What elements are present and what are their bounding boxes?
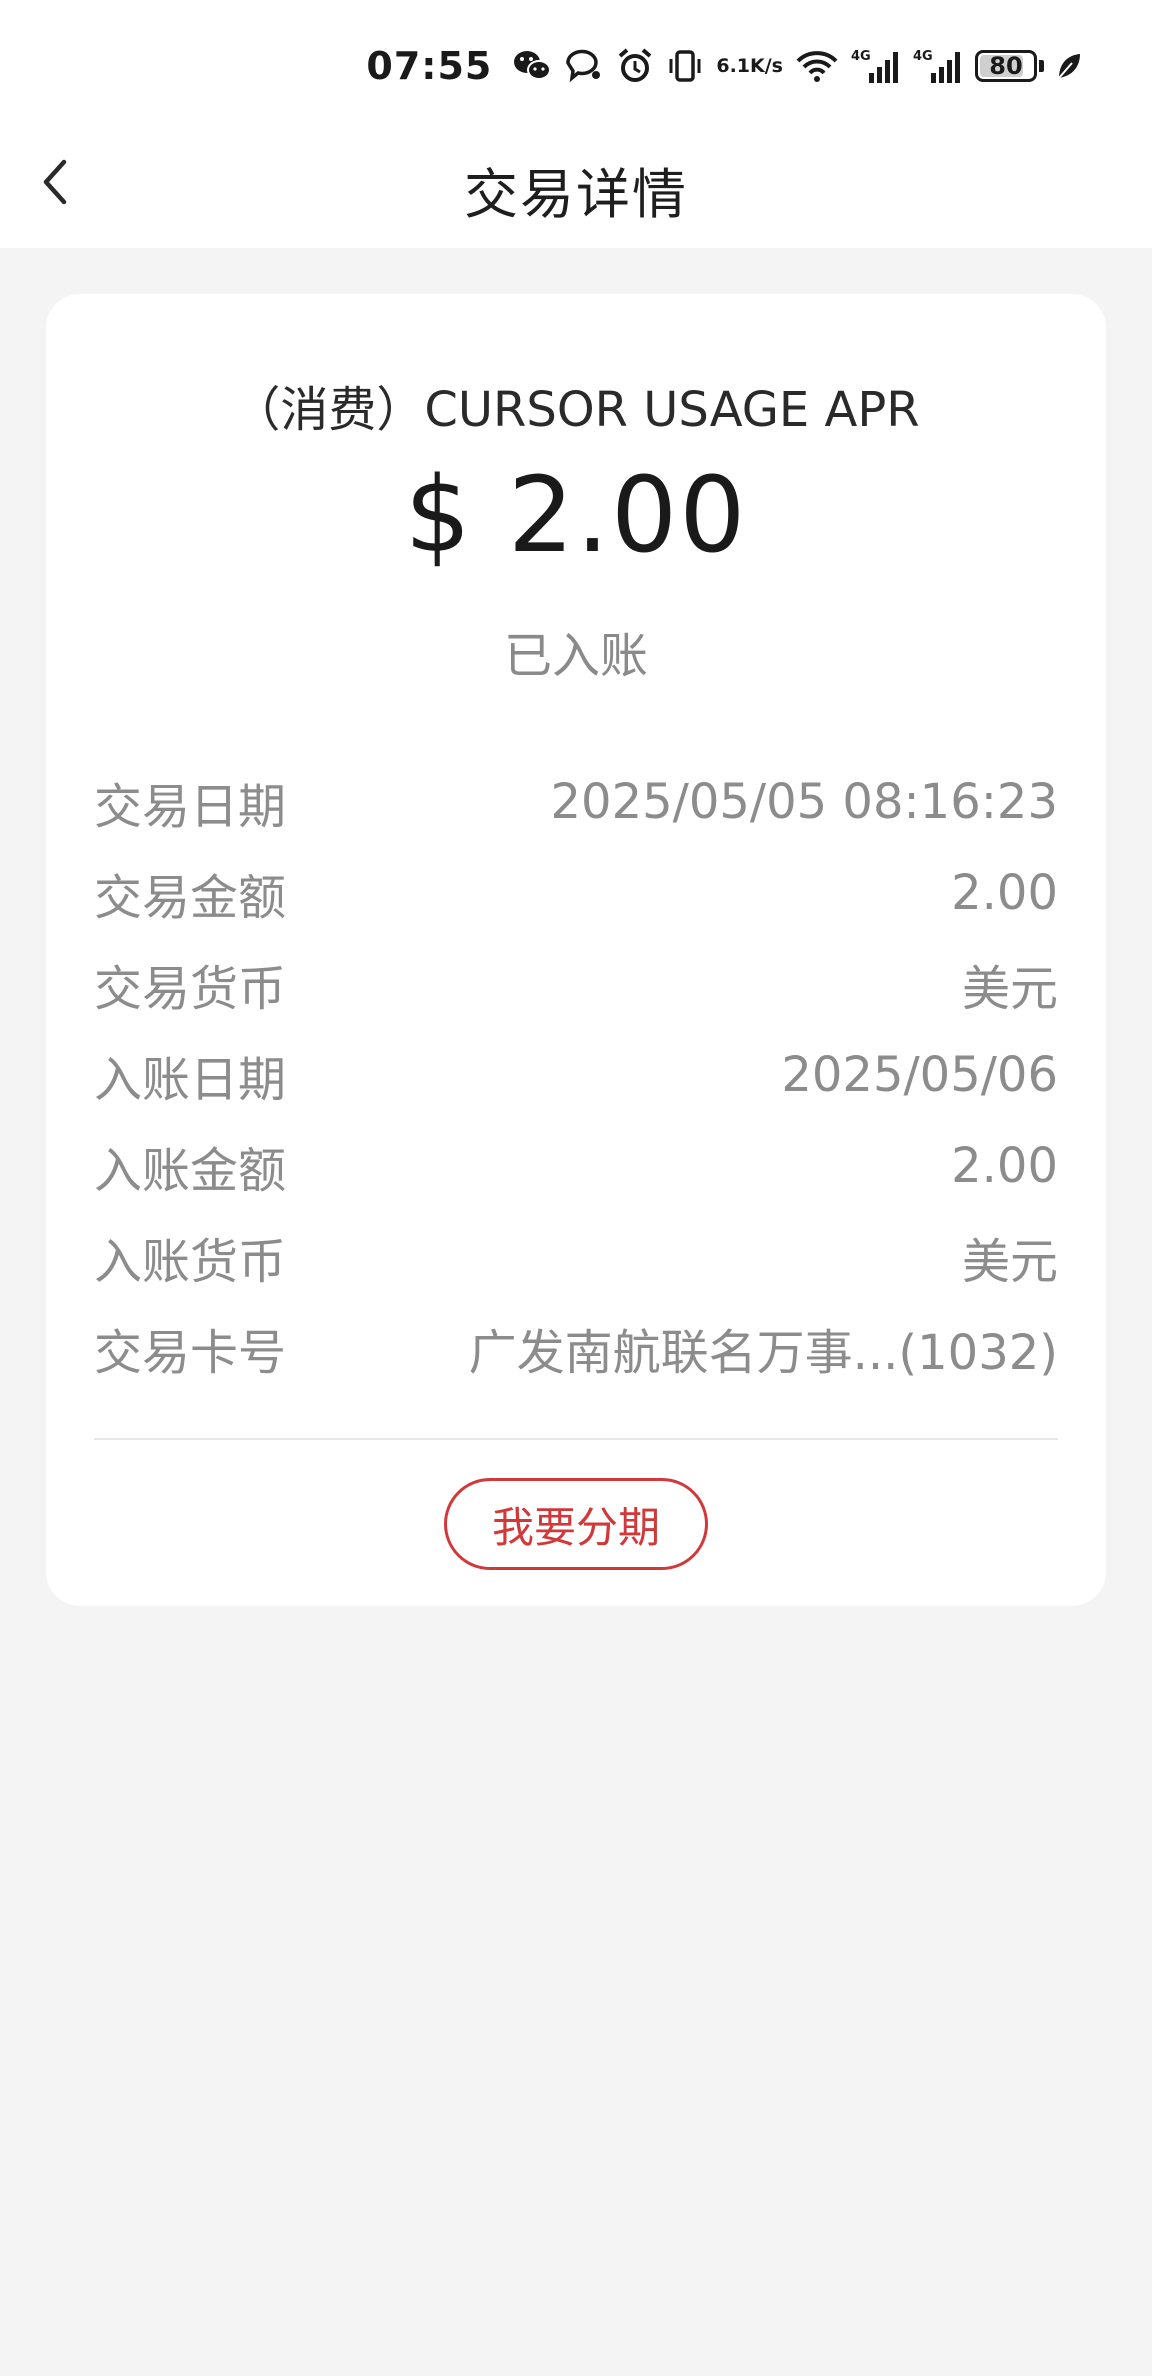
vibrate-icon [666,47,704,85]
signal-icon: 4G [851,47,901,85]
chat-bubble-icon [564,49,604,83]
battery-level: 80 [975,50,1037,82]
svg-text:4G: 4G [913,49,933,64]
detail-label: 交易卡号 [94,1324,287,1381]
detail-label: 交易金额 [94,869,287,926]
detail-value: 美元 [961,1233,1058,1290]
detail-label: 交易货币 [94,960,287,1017]
detail-value: 广发南航联名万事...(1032) [468,1324,1058,1381]
detail-row-transaction-date: 交易日期 2025/05/05 08:16:23 [94,756,1058,847]
detail-value: 2025/05/06 [781,1046,1058,1103]
installment-button[interactable]: 我要分期 [444,1478,708,1570]
detail-row-transaction-amount: 交易金额 2.00 [94,847,1058,938]
nav-bar: 交易详情 [0,130,1152,240]
network-speed: 6.1 K/s [716,55,783,77]
detail-list: 交易日期 2025/05/05 08:16:23 交易金额 2.00 交易货币 … [94,756,1058,1393]
detail-label: 交易日期 [94,778,287,835]
status-time: 07:55 [366,44,493,88]
alarm-icon [616,47,654,85]
detail-row-transaction-currency: 交易货币 美元 [94,938,1058,1029]
transaction-amount: $ 2.00 [404,454,748,576]
leaf-icon [1056,51,1082,81]
detail-row-posting-date: 入账日期 2025/05/06 [94,1029,1058,1120]
wifi-icon [795,48,839,84]
detail-row-posting-currency: 入账货币 美元 [94,1211,1058,1302]
detail-value: 2025/05/05 08:16:23 [550,773,1059,830]
transaction-card: （消费）CURSOR USAGE APR $ 2.00 已入账 交易日期 202… [46,294,1106,1606]
page-title: 交易详情 [464,163,688,226]
divider [94,1438,1058,1440]
detail-label: 入账日期 [94,1051,287,1108]
status-text: 已入账 [503,628,648,684]
detail-value: 2.00 [951,864,1058,921]
merchant-name: （消费）CURSOR USAGE APR [232,382,920,438]
detail-row-posting-amount: 入账金额 2.00 [94,1120,1058,1211]
detail-value: 2.00 [951,1137,1058,1194]
top-bar: 07:55 6.1 K/s 4G 4G 80 交易详情 [0,0,1152,248]
detail-value: 美元 [961,960,1058,1017]
detail-label: 入账货币 [94,1233,287,1290]
detail-label: 入账金额 [94,1142,287,1199]
signal-icon: 4G [913,47,963,85]
battery-icon: 80 [975,50,1044,82]
detail-row-card-number: 交易卡号 广发南航联名万事...(1032) [94,1302,1058,1393]
status-bar: 07:55 6.1 K/s 4G 4G 80 [366,38,1082,94]
wechat-icon [512,49,552,83]
svg-text:4G: 4G [851,49,871,64]
